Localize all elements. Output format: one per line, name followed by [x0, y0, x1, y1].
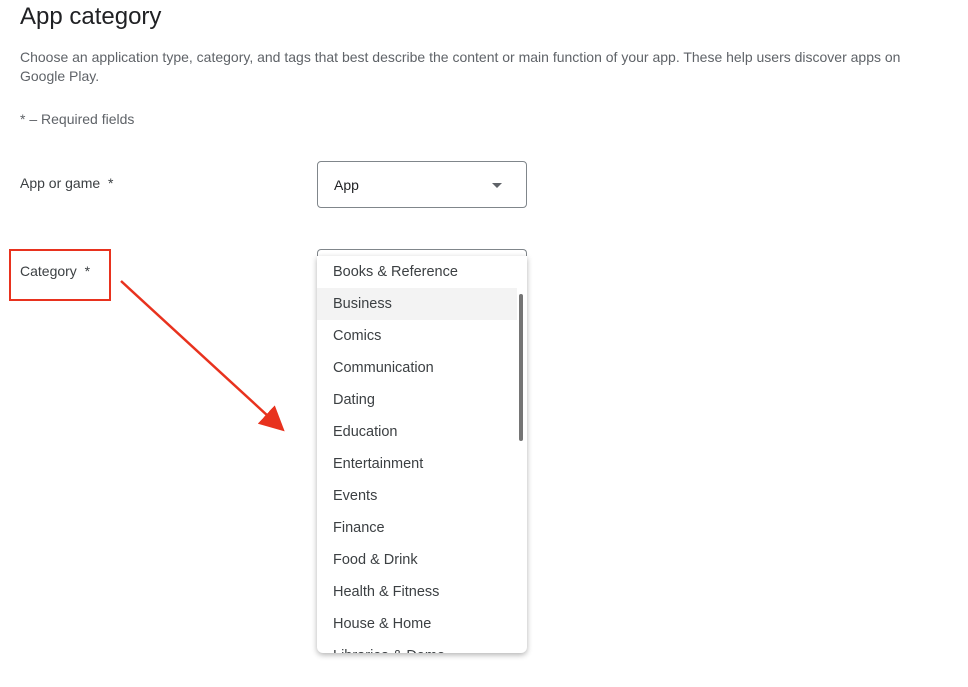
annotation-arrow — [120, 280, 285, 432]
